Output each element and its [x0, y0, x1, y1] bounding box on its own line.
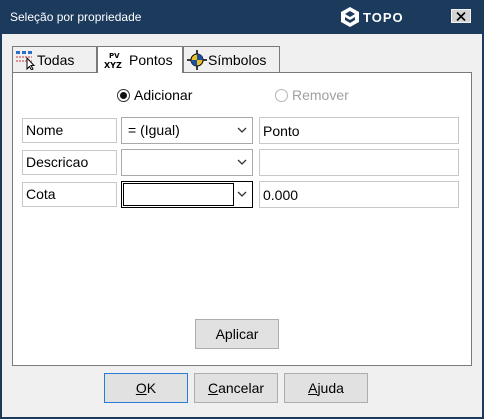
property-label: Cota	[22, 182, 117, 207]
radio-adicionar[interactable]: Adicionar	[117, 87, 192, 103]
chevron-down-icon	[237, 191, 247, 197]
tab-panel-pontos: Adicionar Remover Nome = (Igual) Ponto D…	[12, 72, 472, 366]
operator-select[interactable]	[121, 181, 253, 208]
ok-label-rest: K	[146, 380, 157, 396]
cancel-mnemonic: C	[207, 380, 219, 396]
crosshair-symbol-icon	[187, 49, 207, 70]
ok-button[interactable]: OK	[104, 373, 188, 403]
tab-label: Símbolos	[208, 51, 267, 68]
help-label-rest: juda	[317, 380, 344, 396]
topo-logo: TOPO	[339, 6, 404, 28]
tab-label: Pontos	[129, 52, 173, 68]
svg-text:XYZ: XYZ	[104, 61, 122, 70]
tab-todas[interactable]: Todas	[12, 46, 97, 72]
help-button[interactable]: Ajuda	[284, 373, 368, 403]
operator-select[interactable]: = (Igual)	[121, 117, 253, 144]
apply-button[interactable]: Aplicar	[195, 319, 279, 349]
radio-label: Adicionar	[134, 87, 193, 103]
property-label: Descricao	[22, 150, 117, 175]
dialog-window: Seleção por propriedade TOPO Todas PV XY…	[0, 0, 484, 419]
cancel-label-rest: ancelar	[218, 380, 265, 396]
value-field[interactable]: Ponto	[259, 117, 459, 144]
tab-pontos[interactable]: PV XYZ Pontos	[97, 46, 183, 73]
dialog-client-area: Todas PV XYZ Pontos Símbolos Adicionar R…	[2, 34, 482, 417]
operator-select[interactable]	[121, 149, 253, 176]
tab-label: Todas	[37, 51, 75, 68]
property-label: Nome	[22, 118, 117, 143]
topo-logo-icon	[341, 7, 359, 27]
chevron-down-icon	[237, 127, 247, 133]
title-bar[interactable]: Seleção por propriedade TOPO	[0, 0, 484, 34]
pv-xyz-icon: PV XYZ	[104, 52, 122, 70]
radio-remover: Remover	[275, 87, 349, 103]
select-all-icon	[16, 50, 36, 70]
focus-rectangle	[123, 183, 234, 206]
logo-text: TOPO	[363, 9, 404, 25]
window-title: Seleção por propriedade	[10, 10, 142, 24]
operator-value: = (Igual)	[128, 122, 180, 138]
value-field[interactable]	[259, 149, 459, 176]
close-button[interactable]	[451, 9, 471, 23]
radio-label: Remover	[292, 87, 349, 103]
radio-button-disabled	[275, 88, 288, 102]
close-icon	[456, 11, 466, 21]
svg-text:PV: PV	[109, 52, 120, 60]
chevron-down-icon	[237, 159, 247, 165]
cancel-button[interactable]: Cancelar	[194, 373, 278, 403]
value-field[interactable]: 0.000	[259, 181, 459, 208]
tab-simbolos[interactable]: Símbolos	[183, 46, 280, 72]
radio-button-checked[interactable]	[117, 88, 130, 102]
ok-mnemonic: O	[135, 380, 147, 396]
